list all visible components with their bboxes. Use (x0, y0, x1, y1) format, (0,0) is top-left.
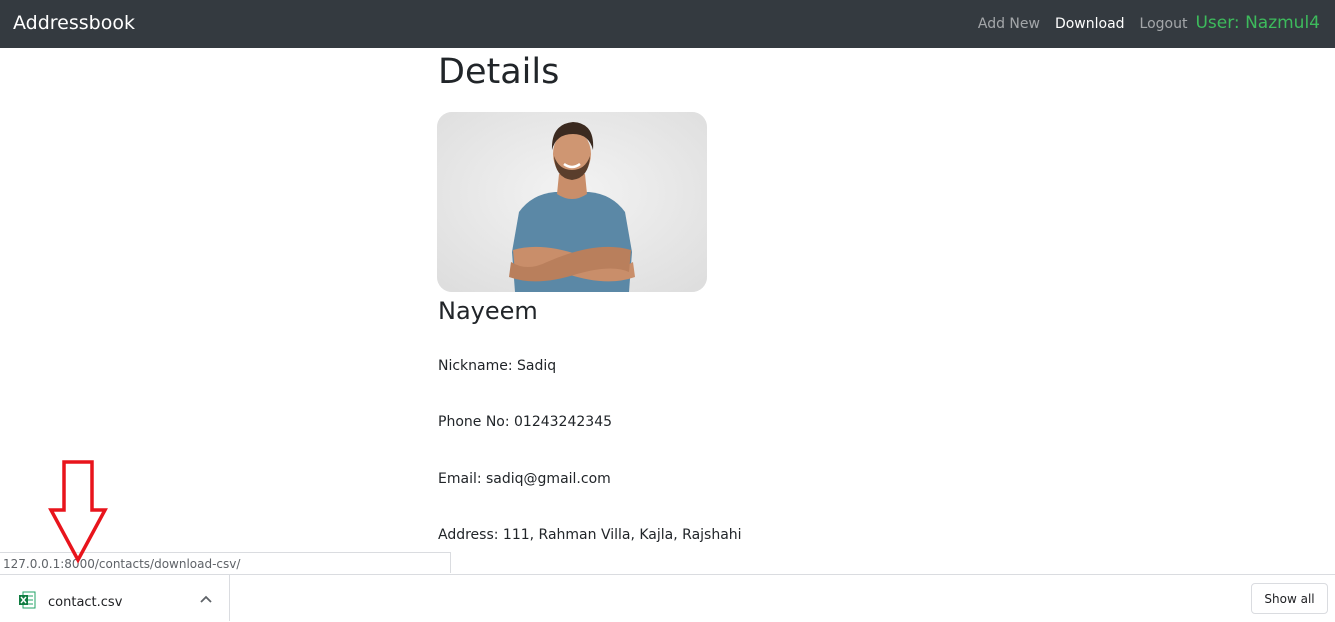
add-new-link[interactable]: Add New (978, 16, 1040, 32)
navbar: Addressbook Add New Download Logout User… (0, 0, 1335, 48)
nav-links: Add New Download Logout User: Nazmul4 (963, 13, 1320, 33)
show-all-button[interactable]: Show all (1251, 583, 1328, 614)
arrow-down-icon (48, 460, 108, 564)
download-item[interactable]: contact.csv (0, 575, 230, 621)
download-link[interactable]: Download (1055, 16, 1125, 32)
phone-field: Phone No: 01243242345 (438, 414, 613, 430)
page-title: Details (438, 52, 560, 92)
excel-file-icon (19, 591, 36, 609)
contact-name: Nayeem (438, 297, 538, 325)
contact-photo (437, 112, 707, 292)
address-field: Address: 111, Rahman Villa, Kajla, Rajsh… (438, 527, 742, 543)
download-bar: contact.csv Show all (0, 574, 1335, 622)
chevron-up-icon[interactable] (199, 593, 213, 605)
person-photo (437, 112, 707, 292)
user-label: User: Nazmul4 (1195, 13, 1320, 33)
logout-link[interactable]: Logout (1140, 16, 1188, 32)
brand-link[interactable]: Addressbook (13, 12, 135, 34)
email-field: Email: sadiq@gmail.com (438, 471, 611, 487)
nickname-field: Nickname: Sadiq (438, 358, 557, 374)
download-file-name: contact.csv (48, 595, 123, 610)
